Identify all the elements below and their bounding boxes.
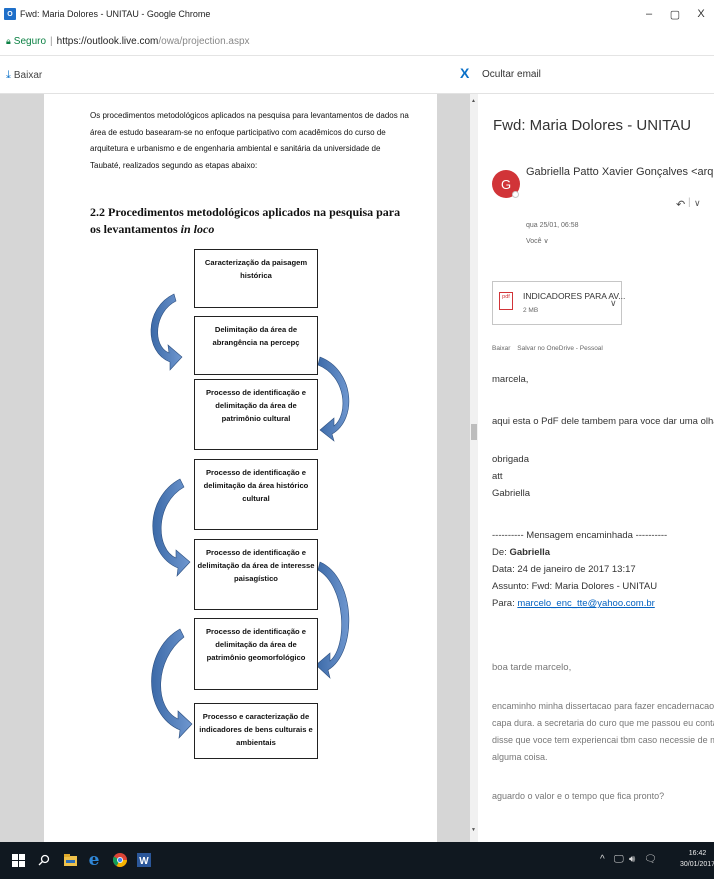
- url-host[interactable]: https://outlook.live.com: [57, 36, 159, 47]
- email-date: qua 25/01, 06:58: [526, 222, 579, 229]
- lock-icon: 🔒︎: [6, 36, 11, 46]
- download-icon: ⤓: [6, 69, 11, 81]
- body-sign-att: att: [492, 471, 503, 482]
- forward-to-email-link[interactable]: marcelo_enc_tte@yahoo.com.br: [517, 598, 654, 609]
- chrome-browser-icon[interactable]: [110, 850, 130, 870]
- word-app-icon[interactable]: W: [134, 850, 154, 870]
- window-title: Fwd: Maria Dolores - UNITAU - Google Chr…: [20, 9, 211, 19]
- minimize-button[interactable]: –: [636, 8, 662, 20]
- attachment-card[interactable]: pdf INDICADORES PARA AV... 2 MB ∨: [492, 281, 625, 325]
- flowchart-step: Processo de identificação e delimitação …: [194, 618, 318, 690]
- file-explorer-icon[interactable]: [60, 850, 80, 870]
- forward-from: De: Gabriella: [492, 547, 551, 558]
- left-curved-arrow: [150, 293, 183, 371]
- address-bar[interactable]: 🔒︎ Seguro | https://outlook.live.com/owa…: [0, 28, 714, 56]
- edge-browser-icon[interactable]: e: [84, 850, 104, 870]
- reply-separator: |: [688, 197, 691, 208]
- scrollbar-thumb[interactable]: [471, 424, 477, 440]
- more-actions-chevron-icon[interactable]: ∨: [694, 198, 701, 209]
- left-curved-arrow: [151, 628, 193, 739]
- window-controls: – ▢ X: [636, 0, 714, 28]
- viewer-toolbar: ⤓ Baixar X Ocultar email: [0, 56, 714, 94]
- quoted-line: encaminho minha dissertacao para fazer e…: [492, 701, 714, 711]
- quoted-greeting: boa tarde marcelo,: [492, 662, 572, 673]
- forward-subject: Assunto: Fwd: Maria Dolores - UNITAU: [492, 581, 658, 592]
- windows-start-icon[interactable]: [8, 850, 28, 870]
- flowchart-step: Processo de identificação e delimitação …: [194, 459, 318, 530]
- clock-date: 30/01/2017: [680, 861, 714, 868]
- email-recipient[interactable]: Você ∨: [526, 237, 549, 245]
- attachment-save-onedrive-link[interactable]: Salvar no OneDrive - Pessoal: [517, 345, 603, 352]
- svg-text:W: W: [139, 856, 149, 867]
- body-sign-name: Gabriella: [492, 488, 531, 499]
- avatar-letter: G: [500, 176, 512, 192]
- email-pane: Fwd: Maria Dolores - UNITAU G Gabriella …: [478, 94, 714, 842]
- flowchart-step: Processo e caracterização de indicadores…: [194, 703, 318, 759]
- taskbar-clock[interactable]: 16:42 30/01/2017: [680, 848, 714, 870]
- email-sender[interactable]: Gabriella Patto Xavier Gonçalves <arq.gp…: [526, 166, 714, 178]
- body-line: aqui esta o PdF dele tambem para voce da…: [492, 416, 714, 427]
- viewer-scrollbar[interactable]: ▲ ▼: [470, 94, 478, 842]
- attachment-options-chevron-icon[interactable]: ∨: [610, 298, 617, 309]
- url-path[interactable]: /owa/projection.aspx: [158, 36, 249, 47]
- forward-date: Data: 24 de janeiro de 2017 13:17: [492, 564, 636, 575]
- forward-header: ---------- Mensagem encaminhada --------…: [492, 530, 668, 541]
- reply-icon[interactable]: ↶: [676, 198, 685, 211]
- taskbar: e W ^ 🖵︎ 🔊︎ 🗨︎ 16:42 30/01/2017: [0, 842, 714, 879]
- secure-label: Seguro: [13, 36, 47, 47]
- hide-email-button[interactable]: Ocultar email: [482, 69, 541, 80]
- document-page: Os procedimentos metodológicos aplicados…: [44, 94, 437, 842]
- clock-time: 16:42: [688, 850, 707, 857]
- right-curved-arrow: [317, 356, 350, 442]
- presence-icon: [512, 191, 519, 198]
- email-subject: Fwd: Maria Dolores - UNITAU: [493, 117, 692, 134]
- left-curved-arrow: [152, 478, 191, 577]
- download-label: Baixar: [13, 70, 43, 81]
- outlook-app-icon: O: [4, 8, 16, 20]
- forward-from-name: Gabriella: [509, 547, 551, 558]
- right-curved-arrow: [315, 561, 350, 679]
- title-bar: O Fwd: Maria Dolores - UNITAU - Google C…: [0, 0, 714, 28]
- maximize-button[interactable]: ▢: [662, 8, 688, 21]
- tray-chevron-icon[interactable]: ^: [600, 854, 605, 865]
- scroll-down-arrow-icon[interactable]: ▼: [471, 827, 476, 833]
- forward-to: Para: marcelo_enc_tte@yahoo.com.br: [492, 598, 655, 609]
- close-viewer-button[interactable]: X: [460, 65, 469, 81]
- network-icon[interactable]: 🖵︎: [614, 854, 624, 865]
- attachment-download-link[interactable]: Baixar: [492, 345, 510, 352]
- body-greeting: marcela,: [492, 374, 529, 385]
- attachment-actions: Baixar Salvar no OneDrive - Pessoal: [492, 345, 608, 352]
- body-sign-obrigada: obrigada: [492, 454, 529, 465]
- attachment-size: 2 MB: [523, 307, 539, 314]
- quoted-line: capa dura. a secretaria do curo que me p…: [492, 718, 714, 728]
- scroll-up-arrow-icon[interactable]: ▲: [471, 98, 476, 104]
- pdf-file-icon: pdf: [499, 292, 513, 310]
- flowchart-step: Caracterização da paisagem histórica: [194, 249, 318, 308]
- flowchart-step: Processo de identificação e delimitação …: [194, 379, 318, 450]
- close-window-button[interactable]: X: [688, 8, 714, 20]
- search-icon[interactable]: [34, 850, 54, 870]
- quoted-line: aguardo o valor e o tempo que fica pront…: [492, 791, 665, 801]
- quoted-line: disse que voce tem experiencai tbm caso …: [492, 735, 714, 745]
- download-button[interactable]: ⤓ Baixar: [6, 69, 42, 82]
- quoted-line: alguma coisa.: [492, 752, 548, 762]
- flowchart-step: Delimitação da área de abrangência na pe…: [194, 316, 318, 375]
- notifications-icon[interactable]: 🗨︎: [644, 854, 657, 865]
- volume-icon[interactable]: 🔊︎: [629, 854, 635, 865]
- url-separator: |: [50, 36, 53, 47]
- avatar[interactable]: G: [492, 170, 520, 198]
- document-viewer[interactable]: Os procedimentos metodológicos aplicados…: [0, 94, 470, 842]
- flowchart-step: Processo de identificação e delimitação …: [194, 539, 318, 610]
